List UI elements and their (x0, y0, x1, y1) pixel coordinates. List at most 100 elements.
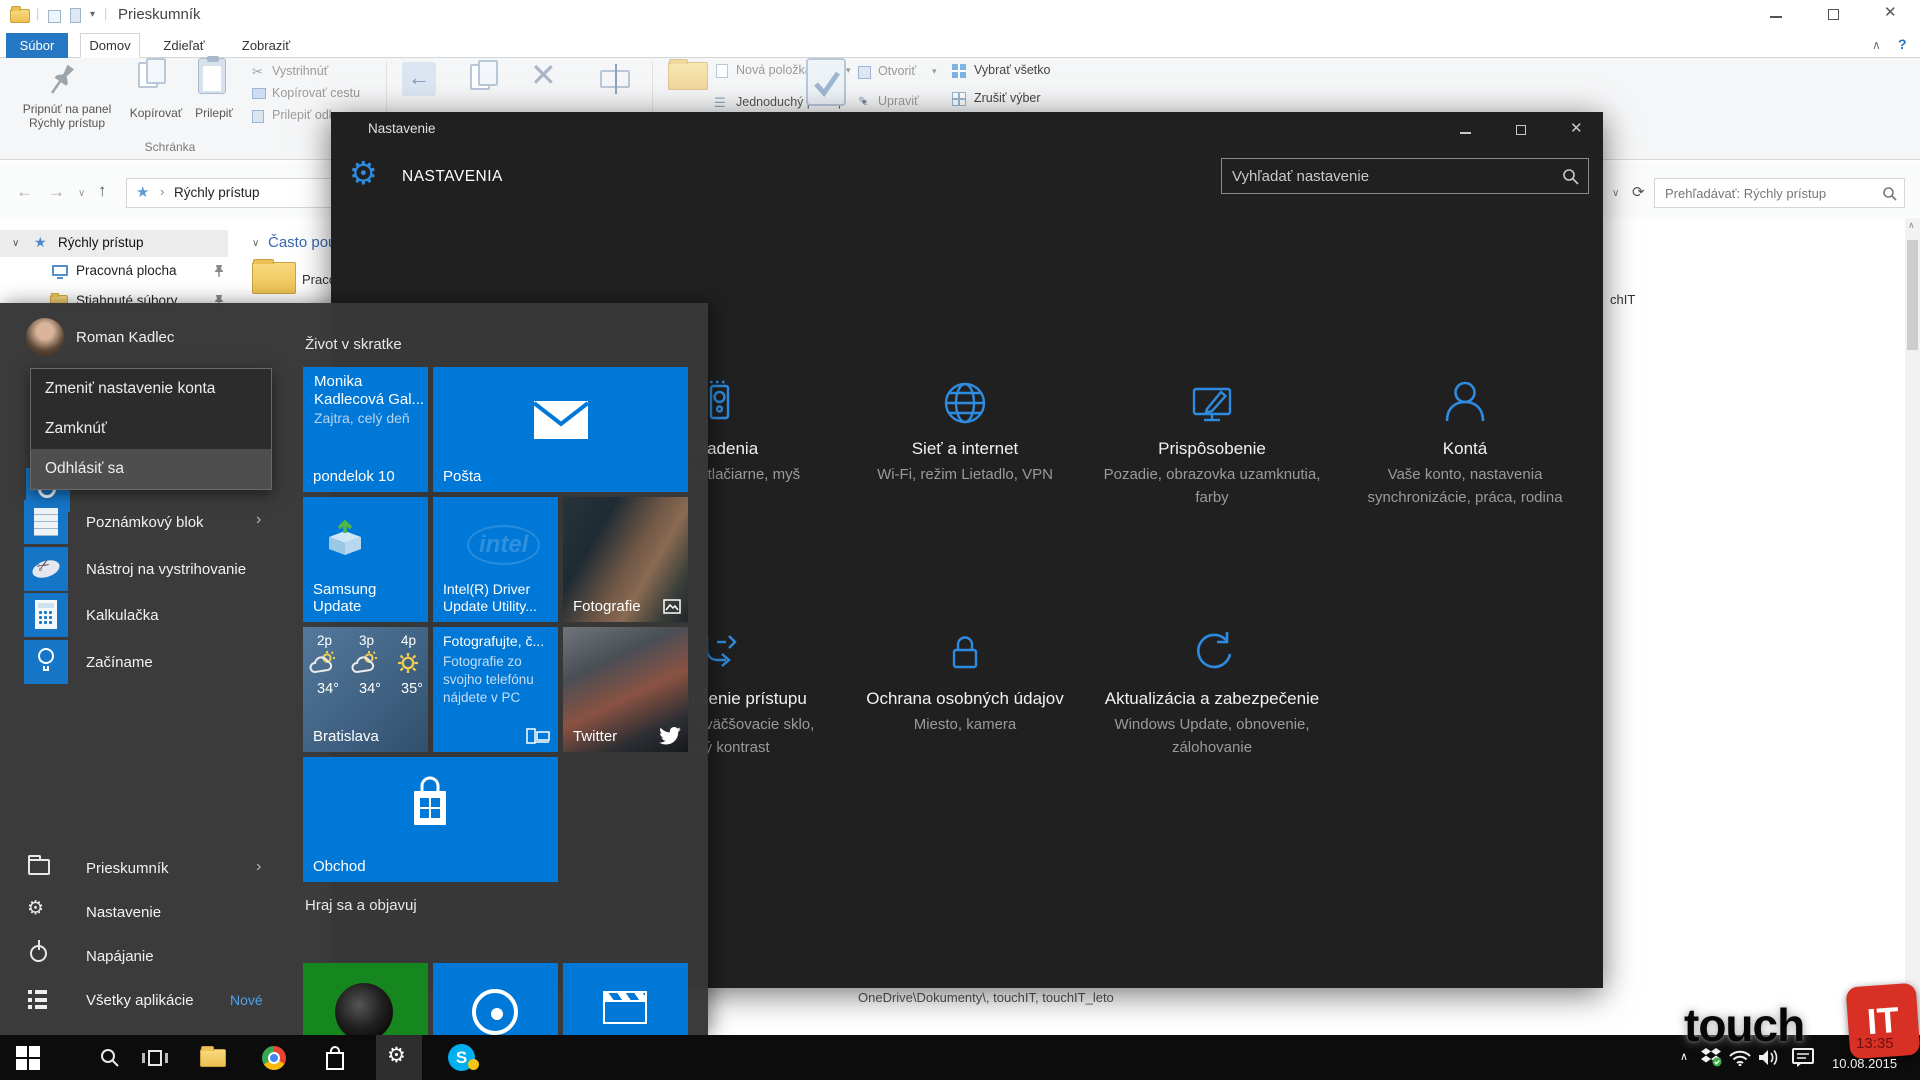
maximize-button[interactable] (1828, 9, 1839, 20)
refresh-icon[interactable]: ⟳ (1632, 183, 1645, 201)
copy-to-icon-2[interactable] (478, 60, 498, 86)
edit-label[interactable]: Upraviť (878, 94, 919, 108)
app-icon-calculator[interactable] (24, 593, 68, 637)
scroll-up-icon[interactable]: ∧ (1908, 220, 1915, 231)
explorer-search-box[interactable] (1654, 178, 1905, 208)
copy-icon-2[interactable] (146, 58, 166, 84)
ribbon-collapse-icon[interactable]: ∧ (1872, 38, 1881, 52)
settings-category-update[interactable]: Aktualizácia a zabezpečenie Windows Upda… (1097, 618, 1327, 759)
taskbar-store-icon[interactable] (324, 1045, 346, 1071)
footer-explorer[interactable]: Prieskumník (86, 860, 169, 877)
wifi-icon[interactable] (1728, 1050, 1752, 1066)
settings-search-box[interactable] (1221, 158, 1589, 194)
select-all-icon[interactable] (952, 64, 966, 78)
delete-icon[interactable]: ✕ (530, 56, 557, 94)
scrollbar[interactable]: ∧ ∨ (1905, 218, 1920, 1035)
easy-access-icon[interactable]: ☰ (714, 95, 726, 111)
menu-item-change-account[interactable]: Zmeniť nastavenie konta (31, 369, 271, 409)
settings-category-network[interactable]: Sieť a internet Wi-Fi, režim Lietadlo, V… (850, 368, 1080, 486)
app-icon-snipping-tool[interactable]: ✂ (24, 547, 68, 591)
settings-footer-icon[interactable]: ⚙ (27, 897, 44, 920)
address-dropdown-icon[interactable]: ∨ (1612, 188, 1619, 199)
clear-selection-icon[interactable] (952, 92, 966, 106)
footer-settings[interactable]: Nastavenie (86, 904, 161, 921)
open-icon[interactable] (858, 66, 871, 79)
copy-path-icon[interactable] (252, 88, 266, 99)
dropbox-icon[interactable] (1700, 1047, 1722, 1067)
cut-icon[interactable]: ✂ (252, 64, 263, 80)
help-icon[interactable]: ? (1898, 36, 1907, 52)
tab-file[interactable]: Súbor (6, 33, 68, 58)
recent-locations-icon[interactable]: ∨ (78, 188, 85, 199)
tile-photo-tip[interactable]: Fotografujte, č... Fotografie zo svojho … (433, 627, 558, 752)
footer-explorer-chevron[interactable]: › (256, 858, 261, 876)
chrome-icon[interactable] (262, 1046, 286, 1070)
tile-store[interactable]: Obchod (303, 757, 558, 882)
up-icon[interactable]: ↑ (98, 181, 107, 201)
open-caret[interactable]: ▾ (932, 66, 937, 77)
menu-item-sign-out[interactable]: Odhlásiť sa (31, 449, 271, 489)
user-name[interactable]: Roman Kadlec (76, 329, 174, 346)
settings-category-privacy[interactable]: Ochrana osobných údajov Miesto, kamera (850, 618, 1080, 736)
app-label-get-started[interactable]: Začíname (86, 654, 153, 671)
qat-customize-icon[interactable]: ▾ (90, 9, 95, 20)
tile-samsung-update[interactable]: Samsung Update (303, 497, 428, 622)
paste-icon[interactable] (198, 58, 226, 94)
tile-twitter[interactable]: Twitter (563, 627, 688, 752)
taskbar-search-icon[interactable] (100, 1048, 120, 1068)
tile-movies[interactable] (563, 963, 688, 1035)
breadcrumb[interactable]: Rýchly prístup (174, 185, 260, 200)
paste-shortcut-icon[interactable] (252, 110, 264, 123)
submenu-chevron[interactable]: › (256, 511, 261, 529)
menu-item-lock[interactable]: Zamknúť (31, 409, 271, 449)
settings-category-accounts[interactable]: Kontá Vaše konto, nastavenia synchronizá… (1350, 368, 1580, 509)
sidebar-item-desktop[interactable]: Pracovná plocha (0, 259, 228, 285)
tile-weather[interactable]: 2p 3p 4p 34° 34° 35° Bratislava (303, 627, 428, 752)
close-button[interactable]: ✕ (1884, 3, 1897, 21)
new-item-label[interactable]: Nová položka (736, 63, 812, 77)
tab-share[interactable]: Zdieľať (150, 33, 218, 58)
user-avatar[interactable] (26, 318, 64, 356)
settings-maximize-button[interactable] (1516, 125, 1526, 135)
paste-label[interactable]: Prilepiť (192, 106, 236, 120)
app-icon-get-started[interactable] (24, 640, 68, 684)
rename-icon[interactable] (600, 70, 630, 88)
app-icon-notepad[interactable] (24, 500, 68, 544)
volume-icon[interactable] (1758, 1049, 1780, 1066)
settings-search-input[interactable] (1222, 159, 1588, 193)
edit-icon[interactable]: ✎ (858, 94, 869, 110)
taskbar-settings-button-active[interactable]: ⚙ (376, 1035, 422, 1080)
select-all-label[interactable]: Vybrať všetko (974, 63, 1050, 77)
properties-check-icon[interactable] (806, 58, 846, 106)
settings-minimize-button[interactable] (1460, 132, 1471, 134)
tray-expand-icon[interactable]: ∧ (1680, 1050, 1688, 1063)
forward-icon[interactable]: → (48, 182, 65, 202)
pin-quick-access-label[interactable]: Pripnúť na panel Rýchly prístup (4, 102, 130, 130)
tab-view[interactable]: Zobraziť (232, 33, 300, 58)
search-input[interactable] (1655, 179, 1904, 207)
back-icon[interactable]: ← (16, 182, 33, 202)
frequent-folder-icon[interactable] (252, 262, 296, 294)
footer-all-apps[interactable]: Všetky aplikácie (86, 992, 194, 1009)
footer-power[interactable]: Napájanie (86, 948, 154, 965)
group-collapse-icon[interactable]: ∨ (252, 238, 259, 249)
expand-icon[interactable]: ∨ (12, 238, 19, 249)
minimize-button[interactable] (1770, 16, 1782, 18)
qat-newfolder-icon[interactable] (70, 8, 81, 23)
qat-properties-icon[interactable] (48, 10, 61, 23)
breadcrumb-chevron[interactable]: › (160, 184, 164, 199)
sidebar-item-quick-access[interactable]: ∨ ★ Rýchly prístup (0, 230, 228, 257)
tile-mail[interactable]: Pošta (433, 367, 688, 492)
app-label-snipping[interactable]: Nástroj na vystrihovanie (86, 561, 246, 578)
open-label[interactable]: Otvoriť (878, 64, 916, 78)
clear-selection-label[interactable]: Zrušiť výber (974, 91, 1041, 105)
new-folder-icon[interactable] (668, 62, 708, 90)
all-apps-icon[interactable] (28, 990, 48, 1009)
task-view-icon[interactable] (142, 1050, 168, 1066)
cut-label[interactable]: Vystrihnúť (272, 64, 328, 78)
new-item-caret[interactable]: ▾ (846, 65, 851, 76)
scrollbar-thumb[interactable] (1907, 240, 1918, 350)
taskbar-explorer-icon[interactable] (200, 1049, 226, 1067)
explorer-footer-icon[interactable] (28, 859, 50, 875)
app-label-notepad[interactable]: Poznámkový blok (86, 514, 204, 531)
